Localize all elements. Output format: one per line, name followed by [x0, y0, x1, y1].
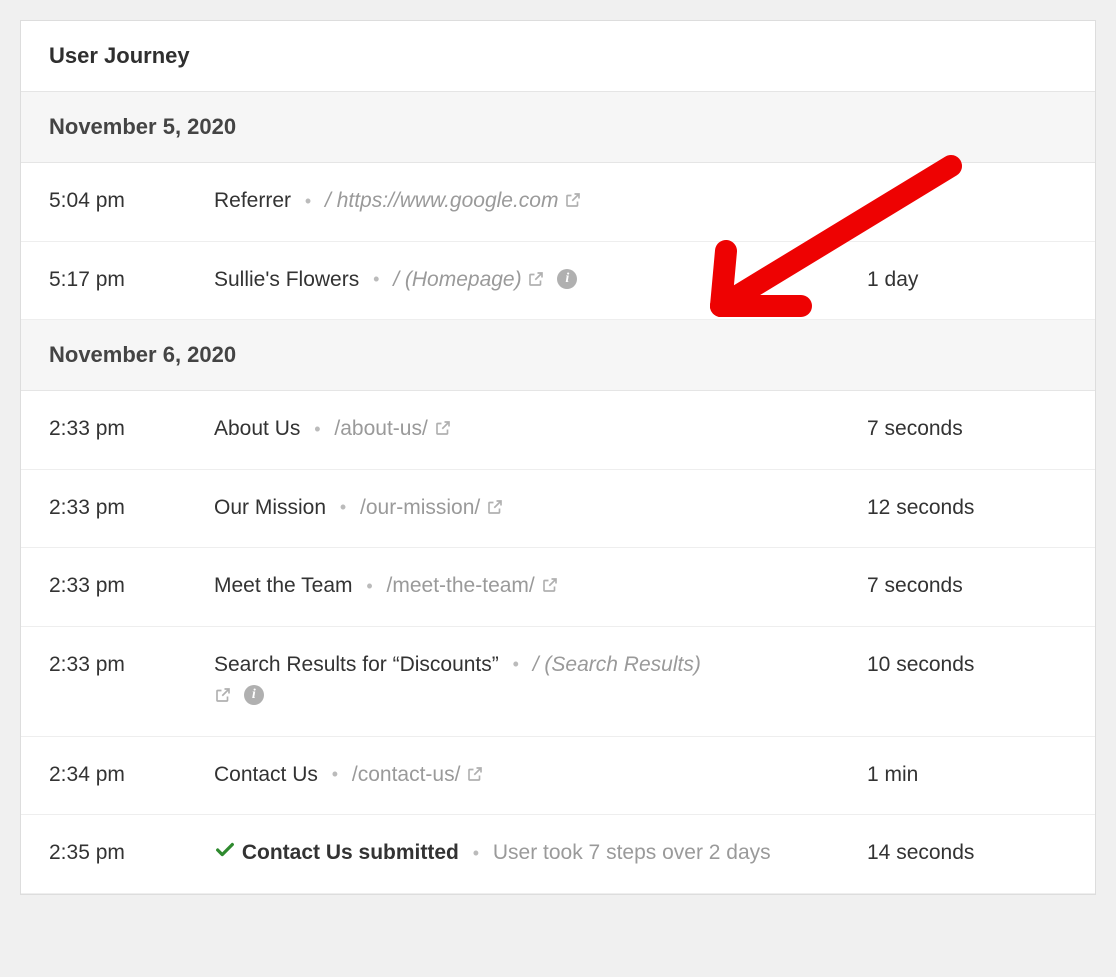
separator-dot: •	[366, 576, 372, 596]
separator-dot: •	[314, 419, 320, 439]
row-time: 5:17 pm	[49, 264, 214, 296]
row-title: Referrer	[214, 189, 291, 212]
journey-row: 2:33 pm Search Results for “Discounts” •…	[21, 627, 1095, 737]
row-main: Sullie's Flowers • / (Homepage)	[214, 264, 867, 298]
external-link-icon[interactable]	[214, 682, 232, 714]
row-main: Search Results for “Discounts” • / (Sear…	[214, 649, 867, 714]
row-duration: 12 seconds	[867, 492, 1067, 524]
row-summary: User took 7 steps over 2 days	[493, 841, 771, 864]
row-time: 2:35 pm	[49, 837, 214, 869]
row-time: 2:33 pm	[49, 492, 214, 524]
separator-dot: •	[340, 497, 346, 517]
separator-dot: •	[332, 764, 338, 784]
row-time: 2:33 pm	[49, 413, 214, 445]
external-link-icon[interactable]	[541, 572, 559, 604]
journey-row: 2:33 pm Meet the Team • /meet-the-team/ …	[21, 548, 1095, 627]
day-header: November 6, 2020	[21, 320, 1095, 391]
row-title: Contact Us submitted	[242, 841, 459, 864]
row-main: Meet the Team • /meet-the-team/	[214, 570, 867, 604]
row-path: /our-mission/	[360, 496, 480, 519]
panel-title: User Journey	[49, 43, 190, 68]
row-duration: 1 day	[867, 264, 1067, 296]
row-main: Contact Us submitted • User took 7 steps…	[214, 837, 867, 871]
row-duration: 10 seconds	[867, 649, 1067, 681]
journey-row: 2:33 pm Our Mission • /our-mission/ 12 s…	[21, 470, 1095, 549]
journey-row: 5:04 pm Referrer • / https://www.google.…	[21, 163, 1095, 242]
row-time: 2:33 pm	[49, 649, 214, 681]
external-link-icon[interactable]	[527, 266, 545, 298]
row-path: / (Search Results)	[533, 653, 701, 676]
row-path: / (Homepage)	[393, 268, 521, 291]
info-icon[interactable]	[244, 685, 264, 705]
row-time: 5:04 pm	[49, 185, 214, 217]
row-path: /contact-us/	[352, 763, 461, 786]
row-title: Search Results for “Discounts”	[214, 653, 499, 676]
row-duration: 7 seconds	[867, 413, 1067, 445]
row-time: 2:34 pm	[49, 759, 214, 791]
row-duration: 14 seconds	[867, 837, 1067, 869]
separator-dot: •	[373, 269, 379, 289]
row-main: Our Mission • /our-mission/	[214, 492, 867, 526]
row-duration: 1 min	[867, 759, 1067, 791]
row-title: Our Mission	[214, 496, 326, 519]
day-header: November 5, 2020	[21, 92, 1095, 163]
row-main: Contact Us • /contact-us/	[214, 759, 867, 793]
row-title: Sullie's Flowers	[214, 268, 359, 291]
user-journey-panel: User Journey November 5, 2020 5:04 pm Re…	[20, 20, 1096, 895]
row-main: Referrer • / https://www.google.com	[214, 185, 867, 219]
row-title: Meet the Team	[214, 574, 353, 597]
row-time: 2:33 pm	[49, 570, 214, 602]
journey-row: 2:34 pm Contact Us • /contact-us/ 1 min	[21, 737, 1095, 816]
row-title: Contact Us	[214, 763, 318, 786]
journey-row: 5:17 pm Sullie's Flowers • / (Homepage) …	[21, 242, 1095, 321]
journey-row-success: 2:35 pm Contact Us submitted • User took…	[21, 815, 1095, 894]
separator-dot: •	[473, 843, 479, 863]
row-title: About Us	[214, 417, 300, 440]
row-path: /about-us/	[334, 417, 427, 440]
separator-dot: •	[305, 191, 311, 211]
info-icon[interactable]	[557, 269, 577, 289]
row-path: /meet-the-team/	[387, 574, 535, 597]
panel-header: User Journey	[21, 21, 1095, 92]
row-main: About Us • /about-us/	[214, 413, 867, 447]
journey-row: 2:33 pm About Us • /about-us/ 7 seconds	[21, 391, 1095, 470]
external-link-icon[interactable]	[486, 494, 504, 526]
external-link-icon[interactable]	[466, 761, 484, 793]
row-duration: 7 seconds	[867, 570, 1067, 602]
external-link-icon[interactable]	[564, 187, 582, 219]
checkmark-icon	[214, 839, 236, 871]
separator-dot: •	[513, 654, 519, 674]
external-link-icon[interactable]	[434, 415, 452, 447]
row-path: / https://www.google.com	[325, 189, 558, 212]
